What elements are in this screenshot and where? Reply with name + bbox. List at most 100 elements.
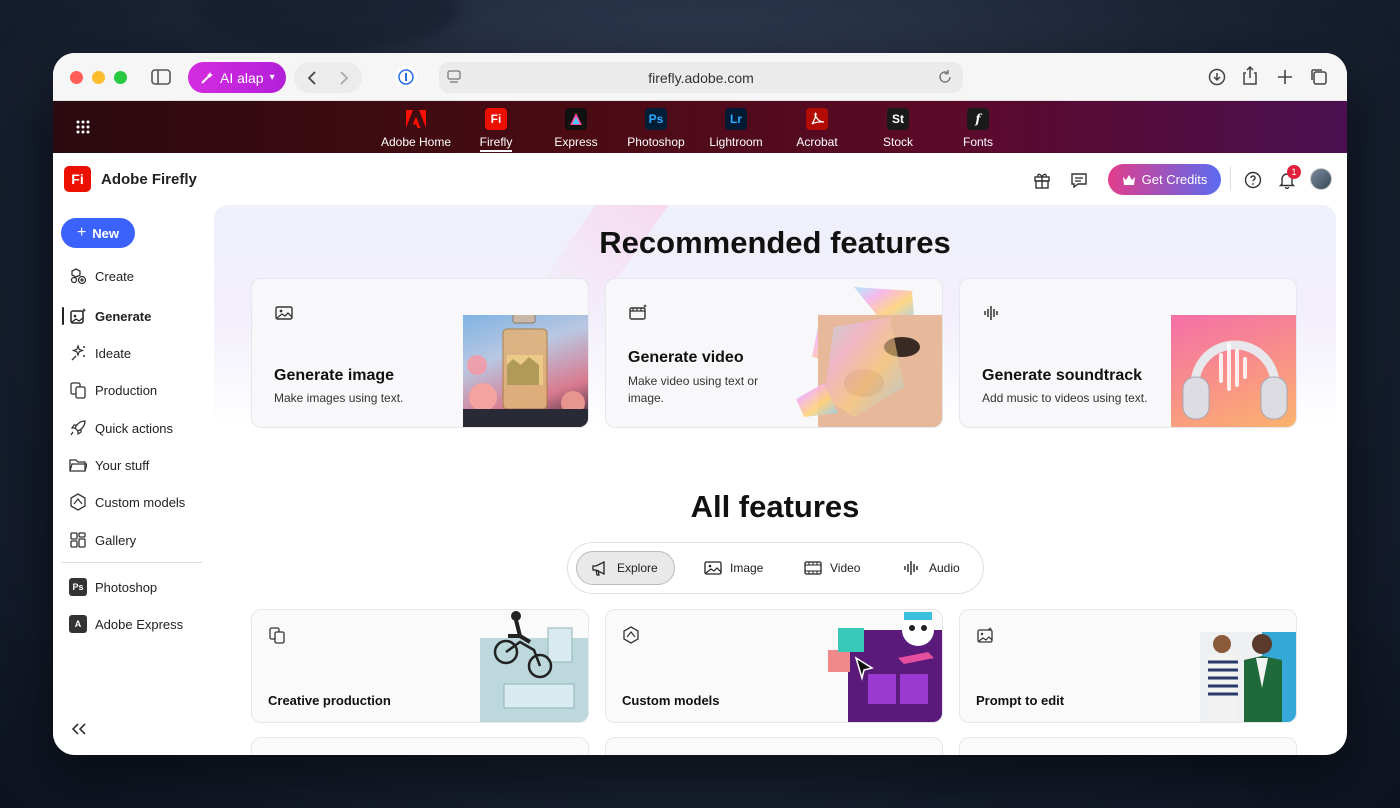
app-adobe-home[interactable]: Adobe Home <box>376 108 456 149</box>
perfume-bottle-image <box>463 300 588 427</box>
zoom-window-button[interactable] <box>114 71 127 84</box>
photoshop-icon: Ps <box>69 578 87 596</box>
app-firefly[interactable]: Fi Firefly <box>456 108 536 152</box>
feature-card-partial[interactable] <box>251 737 589 755</box>
new-tab-icon[interactable] <box>1275 67 1295 87</box>
forward-icon[interactable] <box>334 68 354 88</box>
feature-tabs: Explore Image Video Audio <box>567 542 984 594</box>
firefly-app-icon: Fi <box>485 108 507 130</box>
all-features-title: All features <box>690 489 860 524</box>
recommended-title: Recommended features <box>599 225 951 260</box>
app-lightroom[interactable]: Lr Lightroom <box>696 108 776 149</box>
firefly-header: Fi Adobe Firefly Get Credits 1 <box>53 153 1347 205</box>
feedback-icon[interactable] <box>1068 169 1090 191</box>
video-icon <box>628 303 648 323</box>
share-icon[interactable] <box>1240 66 1260 86</box>
sidebar-item-your-stuff[interactable]: Your stuff <box>69 456 149 474</box>
minimize-window-button[interactable] <box>92 71 105 84</box>
lightroom-app-icon: Lr <box>725 108 747 130</box>
panda-characters-image <box>828 610 942 722</box>
reload-icon[interactable] <box>937 69 953 85</box>
ai-profile-button[interactable]: AI alap ▾ <box>188 62 286 93</box>
image-icon <box>704 561 722 575</box>
collapse-sidebar-icon[interactable] <box>71 722 89 738</box>
feature-card-creative-production[interactable]: Creative production <box>251 609 589 723</box>
folder-icon <box>69 456 87 474</box>
app-grid-icon[interactable] <box>76 120 90 134</box>
ideate-icon <box>69 344 87 362</box>
feature-card-custom-models[interactable]: Custom models <box>605 609 943 723</box>
sidebar-item-production[interactable]: Production <box>69 381 157 399</box>
tab-image[interactable]: Image <box>690 551 777 585</box>
generate-icon <box>69 307 87 325</box>
close-window-button[interactable] <box>70 71 83 84</box>
sidebar-toggle-icon[interactable] <box>149 67 173 87</box>
download-icon[interactable] <box>1207 67 1227 87</box>
tab-overview-icon[interactable] <box>1309 67 1329 87</box>
sidebar-item-generate[interactable]: Generate <box>69 307 151 325</box>
sidebar-app-photoshop[interactable]: Ps Photoshop <box>69 578 157 596</box>
cyclist-image <box>476 610 588 722</box>
get-credits-button[interactable]: Get Credits <box>1108 164 1221 195</box>
tab-video[interactable]: Video <box>790 551 874 585</box>
sidebar-divider <box>61 562 202 563</box>
people-portrait-image <box>1200 632 1296 722</box>
custom-models-icon <box>622 626 640 644</box>
create-icon <box>69 267 87 285</box>
help-icon[interactable] <box>1242 169 1264 191</box>
url-text: firefly.adobe.com <box>648 69 754 86</box>
active-indicator <box>62 307 64 325</box>
express-app-icon <box>565 108 587 130</box>
iridescent-face-image <box>794 287 942 427</box>
tab-audio[interactable]: Audio <box>889 551 974 585</box>
sidebar-item-ideate[interactable]: Ideate <box>69 344 131 362</box>
avatar[interactable] <box>1310 168 1332 190</box>
app-express[interactable]: Express <box>536 108 616 149</box>
notification-badge: 1 <box>1287 165 1301 179</box>
adobe-express-icon: A <box>69 615 87 633</box>
app-fonts[interactable]: f Fonts <box>938 108 1018 149</box>
address-bar[interactable]: firefly.adobe.com <box>439 62 963 93</box>
feature-card-partial[interactable] <box>605 737 943 755</box>
browser-window: AI alap ▾ firefly.adobe.com Adobe Home F… <box>53 53 1347 755</box>
recommended-card-generate-video[interactable]: Generate video Make video using text or … <box>605 278 943 428</box>
header-divider <box>1230 167 1231 191</box>
app-acrobat[interactable]: Acrobat <box>777 108 857 149</box>
sidebar-item-quick-actions[interactable]: Quick actions <box>69 419 173 437</box>
acrobat-app-icon <box>806 108 828 130</box>
ai-button-label: AI alap <box>220 69 264 86</box>
page-menu-icon[interactable] <box>447 70 461 84</box>
app-photoshop[interactable]: Ps Photoshop <box>616 108 696 149</box>
password-manager-icon[interactable] <box>395 66 417 88</box>
new-button[interactable]: + New <box>61 218 135 248</box>
sidebar-item-gallery[interactable]: Gallery <box>69 531 136 549</box>
image-icon <box>274 303 294 323</box>
recommended-card-generate-image[interactable]: Generate image Make images using text. <box>251 278 589 428</box>
feature-card-prompt-to-edit[interactable]: Prompt to edit <box>959 609 1297 723</box>
sidebar-item-create[interactable]: Create <box>69 267 134 285</box>
tab-explore[interactable]: Explore <box>576 551 675 585</box>
sidebar-app-adobe-express[interactable]: A Adobe Express <box>69 615 183 633</box>
audio-wave-icon <box>982 303 1002 323</box>
app-stock[interactable]: St Stock <box>858 108 938 149</box>
sidebar-item-custom-models[interactable]: Custom models <box>69 493 185 511</box>
rocket-icon <box>69 419 87 437</box>
video-icon <box>804 561 822 575</box>
production-icon <box>268 626 286 644</box>
recommended-card-generate-soundtrack[interactable]: Generate soundtrack Add music to videos … <box>959 278 1297 428</box>
browser-toolbar: AI alap ▾ firefly.adobe.com <box>53 53 1347 101</box>
wand-icon <box>201 71 213 84</box>
plus-icon: + <box>76 224 87 241</box>
back-icon[interactable] <box>302 68 322 88</box>
crown-icon <box>1122 174 1135 185</box>
adobe-app-bar: Adobe Home Fi Firefly Express Ps Photosh… <box>53 101 1347 153</box>
main-content: Recommended features Generate image Make… <box>214 205 1336 755</box>
feature-card-partial[interactable] <box>959 737 1297 755</box>
fonts-app-icon: f <box>967 108 989 130</box>
gift-icon[interactable] <box>1031 169 1053 191</box>
adobe-logo-icon <box>405 108 427 130</box>
firefly-logo[interactable]: Fi <box>64 166 91 192</box>
chevron-down-icon: ▾ <box>269 72 275 83</box>
app-title[interactable]: Adobe Firefly <box>101 171 197 188</box>
stock-app-icon: St <box>887 108 909 130</box>
